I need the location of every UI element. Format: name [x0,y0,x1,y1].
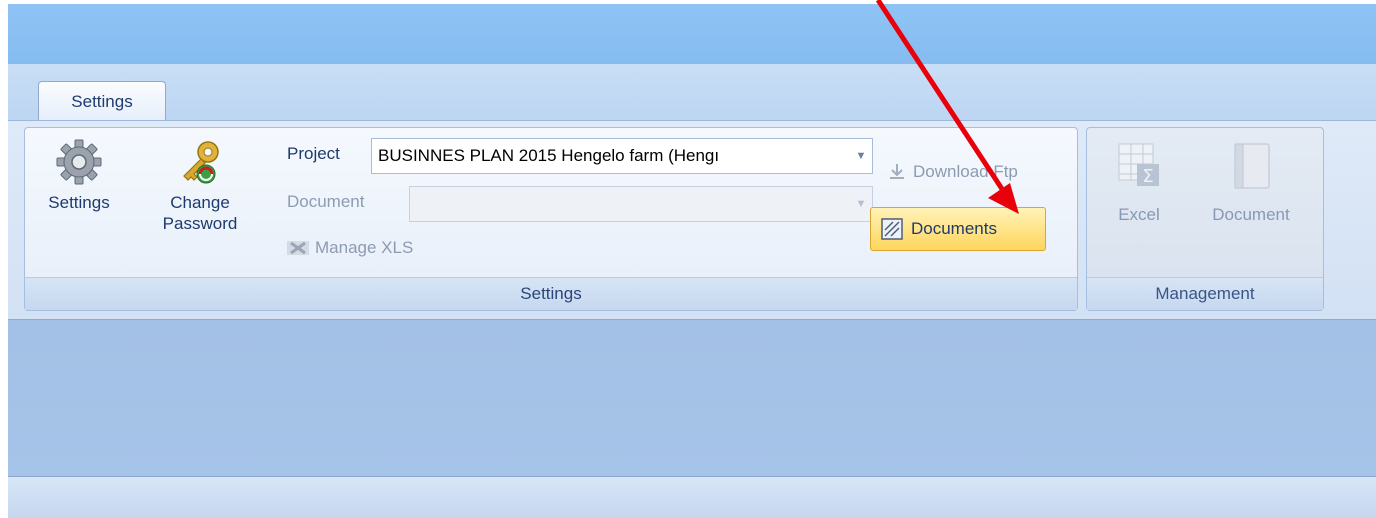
settings-button-label: Settings [48,193,110,212]
download-icon [890,164,904,179]
tab-settings[interactable]: Settings [38,81,166,121]
manage-xls-label: Manage XLS [315,238,414,257]
app-window: Settings Settings Change Password Projec… [8,4,1376,518]
excel-icon [287,241,309,255]
project-combo-value: BUSINNES PLAN 2015 Hengelo farm (Hengı [378,146,720,165]
project-label: Project [287,144,340,163]
documents-button-label: Documents [911,219,997,238]
document-button[interactable]: Document [1195,142,1307,225]
change-password-label-line2: Password [162,214,238,233]
management-group-label: Management [1087,277,1323,310]
change-password-label-line1: Change [170,193,230,212]
document-label: Document [287,192,365,211]
gear-icon [56,139,102,185]
ribbon: Settings Change Password Project BUSINNE… [8,120,1376,320]
chevron-down-icon[interactable]: ▼ [850,198,872,210]
manage-xls-button[interactable]: Manage XLS [287,238,413,258]
settings-group-label: Settings [25,277,1077,310]
excel-button-label: Excel [1118,205,1160,224]
content-area [8,320,1376,476]
title-bar [8,4,1376,64]
ribbon-tab-strip: Settings [8,64,1376,122]
download-ftp-button[interactable]: Download Ftp [887,162,1018,182]
documents-button[interactable]: Documents [870,207,1046,251]
management-group: Σ Excel Document Management [1086,127,1324,311]
spreadsheet-sum-icon: Σ [1118,143,1159,187]
change-password-button[interactable]: Change Password [145,138,255,234]
project-combo[interactable]: BUSINNES PLAN 2015 Hengelo farm (Hengı ▼ [371,138,873,174]
book-icon [1234,143,1270,189]
status-bar [8,476,1376,518]
svg-text:Σ: Σ [1142,166,1153,187]
key-icon [183,141,219,184]
documents-icon [881,218,903,240]
chevron-down-icon[interactable]: ▼ [850,150,872,162]
document-combo[interactable]: ▼ [409,186,873,222]
document-button-label: Document [1212,205,1290,224]
download-ftp-label: Download Ftp [913,162,1018,181]
excel-button[interactable]: Σ Excel [1099,142,1179,225]
settings-button[interactable]: Settings [39,138,119,213]
